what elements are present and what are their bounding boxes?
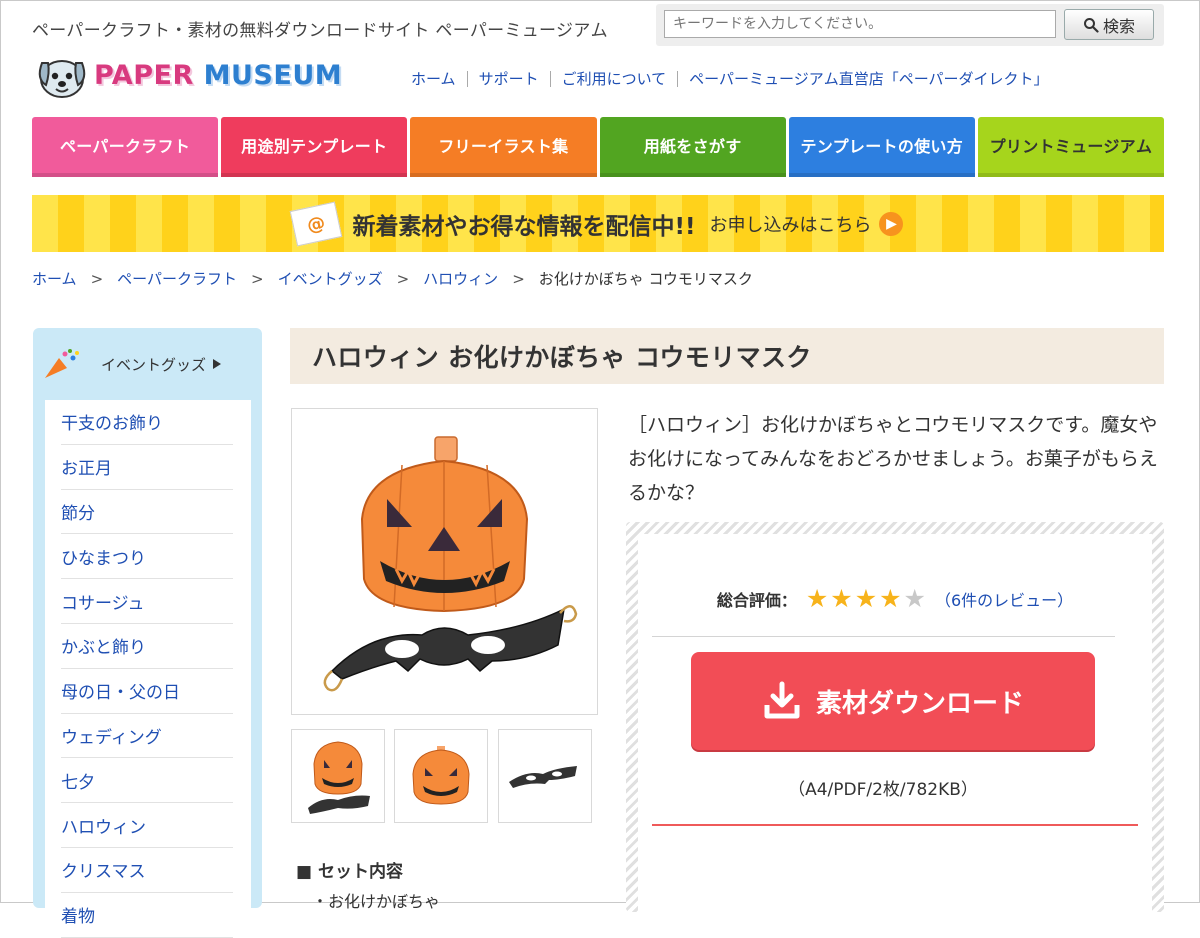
sidebar-item-corsage[interactable]: コサージュ <box>61 579 233 624</box>
category-tab-illustrations[interactable]: フリーイラスト集 <box>410 117 597 177</box>
sidebar-item-mothers-fathers-day[interactable]: 母の日・父の日 <box>61 669 233 714</box>
download-button-label: 素材ダウンロード <box>815 688 1024 719</box>
breadcrumb-separator: > <box>251 269 264 288</box>
star-filled-icon: ★ <box>805 584 829 613</box>
download-panel-inner: 総合評価： ★ ★ ★ ★ ★ （6件のレビュー） 素材ダウンロード （A4/PDF/2… <box>638 534 1152 912</box>
category-tab-papercraft[interactable]: ペーパークラフト <box>32 117 219 177</box>
logo-word-paper: PAPER <box>94 59 194 91</box>
banner-subtext: お申し込みはこちら <box>709 214 872 236</box>
party-cracker-icon <box>45 349 79 378</box>
product-thumbnail-1[interactable] <box>291 729 385 823</box>
nav-support-link[interactable]: サポート <box>468 68 550 89</box>
search-bar: 検索 <box>656 4 1164 46</box>
sidebar-list: 干支のお飾り お正月 節分 ひなまつり コサージュ かぶと飾り 母の日・父の日 … <box>45 400 251 938</box>
set-contents-heading: ■ セット内容 <box>296 862 403 882</box>
file-info: （A4/PDF/2枚/782KB） <box>788 780 978 800</box>
newsletter-banner[interactable]: @ 新着素材やお得な情報を配信中!! お申し込みはこちら ▶ <box>32 195 1164 252</box>
product-title-bar: ハロウィン お化けかぼちゃ コウモリマスク <box>290 328 1164 384</box>
sidebar-heading[interactable]: イベントグッズ <box>43 348 222 380</box>
pumpkin-thumbnail <box>412 746 470 805</box>
product-thumbnail-2[interactable] <box>394 729 488 823</box>
star-filled-icon: ★ <box>879 584 902 613</box>
nav-terms-link[interactable]: ご利用について <box>551 68 678 89</box>
category-tab-paper[interactable]: 用紙をさがす <box>599 117 786 177</box>
star-empty-icon: ★ <box>903 584 926 613</box>
sidebar-item-kimono[interactable]: 着物 <box>61 893 233 938</box>
review-link[interactable]: （6件のレビュー） <box>935 587 1073 611</box>
site-tagline: ペーパークラフト・素材の無料ダウンロードサイト ペーパーミュージアム <box>32 21 608 41</box>
rating-stars: ★ ★ ★ ★ ★ <box>805 586 927 611</box>
product-thumbnail-3[interactable] <box>498 729 592 823</box>
sidebar-item-kabuto[interactable]: かぶと飾り <box>61 624 233 669</box>
sidebar-heading-label: イベントグッズ <box>101 355 207 374</box>
sidebar-item-wedding[interactable]: ウェディング <box>61 714 233 759</box>
download-button[interactable]: 素材ダウンロード <box>691 652 1095 750</box>
category-nav: ペーパークラフト 用途別テンプレート フリーイラスト集 用紙をさがす テンプレー… <box>32 117 1165 177</box>
arrow-right-icon: ▶ <box>879 211 904 236</box>
breadcrumb-separator: > <box>512 269 525 288</box>
download-icon <box>764 681 800 719</box>
rating-row: 総合評価： ★ ★ ★ ★ ★ （6件のレビュー） <box>638 586 1152 611</box>
download-panel: 総合評価： ★ ★ ★ ★ ★ （6件のレビュー） 素材ダウンロード （A4/PDF/2… <box>626 522 1164 912</box>
sidebar-item-halloween[interactable]: ハロウィン <box>61 803 233 848</box>
sidebar-item-eto[interactable]: 干支のお飾り <box>61 400 233 445</box>
product-title: ハロウィン お化けかぼちゃ コウモリマスク <box>312 343 812 372</box>
breadcrumb-current: お化けかぼちゃ コウモリマスク <box>538 270 753 288</box>
red-divider <box>652 824 1138 826</box>
top-nav: ホーム サポート ご利用について ペーパーミュージアム直営店「ペーパーダイレクト… <box>400 68 1060 89</box>
search-button[interactable]: 検索 <box>1064 9 1154 40</box>
breadcrumb: ホーム > ペーパークラフト > イベントグッズ > ハロウィン > お化けかぼ… <box>32 268 753 289</box>
search-button-label: 検索 <box>1102 16 1135 36</box>
pumpkin-bat-thumbnail <box>308 741 370 814</box>
site-logo[interactable]: PAPER MUSEUM <box>32 45 362 105</box>
sidebar-item-setsubun[interactable]: 節分 <box>61 490 233 535</box>
star-filled-icon: ★ <box>830 584 853 613</box>
category-tab-howto[interactable]: テンプレートの使い方 <box>788 117 975 177</box>
breadcrumb-separator: > <box>90 269 104 288</box>
breadcrumb-papercraft[interactable]: ペーパークラフト <box>117 268 237 289</box>
product-main-image[interactable] <box>291 408 598 715</box>
divider <box>652 636 1115 637</box>
logo-word-museum: MUSEUM <box>203 59 343 91</box>
breadcrumb-home[interactable]: ホーム <box>32 268 77 289</box>
banner-headline: 新着素材やお得な情報を配信中!! <box>352 213 696 240</box>
bat-mask-thumbnail <box>509 766 577 788</box>
search-input[interactable] <box>664 10 1056 38</box>
nav-shop-link[interactable]: ペーパーミュージアム直営店「ペーパーダイレクト」 <box>678 68 1059 89</box>
nav-home-link[interactable]: ホーム <box>400 68 467 89</box>
logo-wordmark: PAPER MUSEUM <box>94 60 342 91</box>
sidebar-item-hinamatsuri[interactable]: ひなまつり <box>61 534 233 580</box>
breadcrumb-halloween[interactable]: ハロウィン <box>423 268 498 289</box>
sidebar-item-christmas[interactable]: クリスマス <box>61 848 233 893</box>
sidebar-item-oshogatsu[interactable]: お正月 <box>61 445 233 490</box>
mail-envelope-icon: @ <box>289 201 342 246</box>
pumpkin-bat-mask-image <box>323 436 578 692</box>
breadcrumb-separator: > <box>396 269 410 288</box>
sidebar-item-tanabata[interactable]: 七夕 <box>61 758 233 804</box>
category-tab-print-museum[interactable]: プリントミュージアム <box>977 117 1165 177</box>
product-description: ［ハロウィン］お化けかぼちゃとコウモリマスクです。魔女やお化けになってみんなをお… <box>628 414 1158 504</box>
category-tab-templates[interactable]: 用途別テンプレート <box>221 117 408 177</box>
breadcrumb-event-goods[interactable]: イベントグッズ <box>278 268 383 289</box>
dog-mascot-icon <box>38 60 86 98</box>
sidebar: イベントグッズ 干支のお飾り お正月 節分 ひなまつり コサージュ かぶと飾り … <box>33 328 262 938</box>
caret-right-icon <box>213 359 222 369</box>
rating-label: 総合評価： <box>716 590 797 610</box>
star-filled-icon: ★ <box>854 584 878 613</box>
set-contents-item: ・お化けかぼちゃ <box>312 892 441 911</box>
search-icon <box>1083 17 1099 33</box>
